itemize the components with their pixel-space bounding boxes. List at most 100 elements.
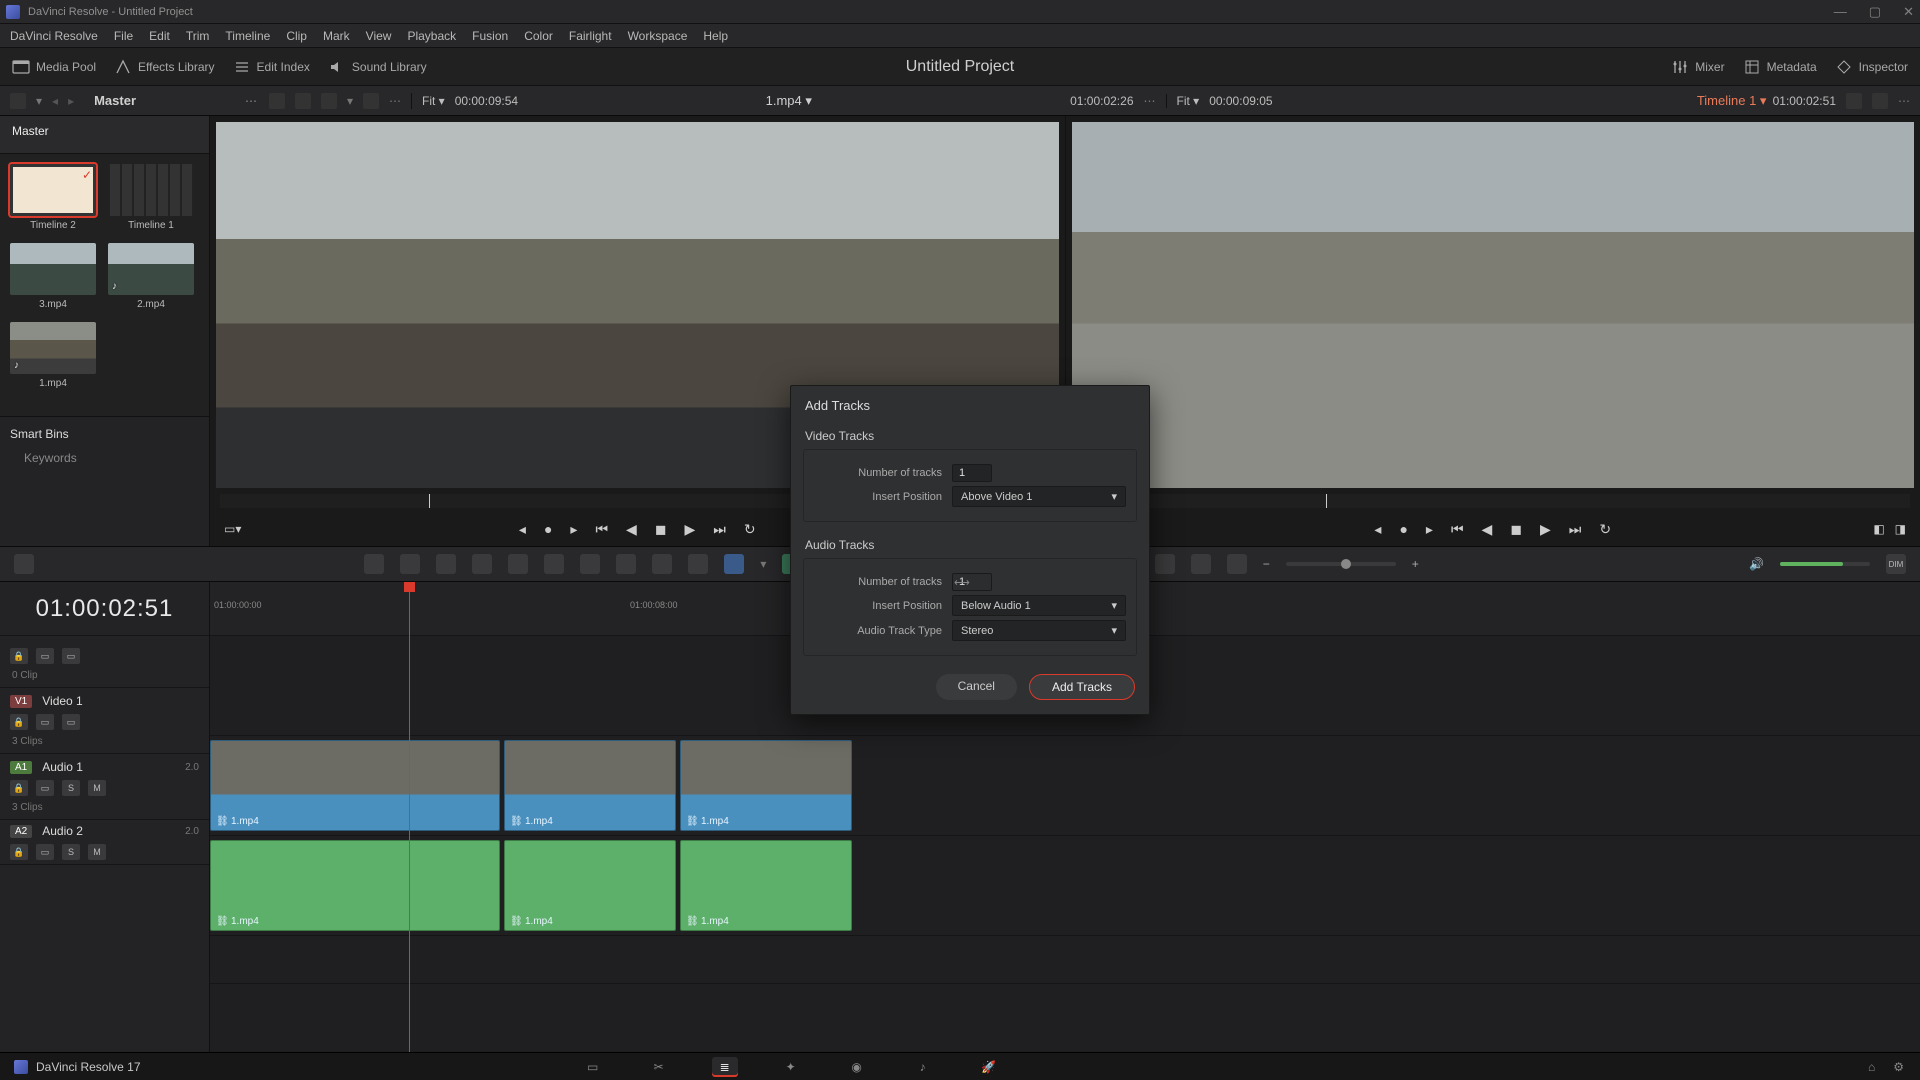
- timeline-name-dropdown[interactable]: Timeline 1 ▾: [1697, 93, 1767, 109]
- dynamic-trim-icon[interactable]: [436, 554, 456, 574]
- deliver-page-icon[interactable]: 🚀: [976, 1057, 1002, 1077]
- timeline-view-options-icon[interactable]: [14, 554, 34, 574]
- bin-tree-root[interactable]: Master: [0, 116, 209, 154]
- link-icon[interactable]: [652, 554, 672, 574]
- audio-type-select[interactable]: Stereo▾: [952, 620, 1126, 641]
- play-button[interactable]: ▶: [1540, 521, 1551, 538]
- loop-button[interactable]: ↻: [1599, 521, 1611, 538]
- zoom-out-icon[interactable]: [1155, 554, 1175, 574]
- stop-button[interactable]: ◼: [1510, 521, 1522, 538]
- replace-icon[interactable]: [580, 554, 600, 574]
- zoom-fit-icon[interactable]: [1191, 554, 1211, 574]
- lock-track-icon[interactable]: 🔒: [10, 648, 28, 664]
- menu-fusion[interactable]: Fusion: [472, 29, 508, 43]
- lock-icon[interactable]: [688, 554, 708, 574]
- track-header[interactable]: V1Video 1🔒▭▭3 Clips: [0, 688, 209, 754]
- auto-select-icon[interactable]: ▭: [36, 844, 54, 860]
- metadata-toggle[interactable]: Metadata: [1743, 58, 1817, 76]
- edit-page-icon[interactable]: ≣: [712, 1057, 738, 1077]
- search-icon[interactable]: [321, 93, 337, 109]
- mute-button[interactable]: M: [88, 844, 106, 860]
- timeline-clip[interactable]: ⛓1.mp4: [210, 740, 500, 831]
- home-icon[interactable]: ⌂: [1868, 1060, 1875, 1074]
- track-header[interactable]: 🔒▭▭0 Clip: [0, 636, 209, 688]
- next-edit-icon[interactable]: ▸: [1426, 521, 1433, 538]
- track-badge[interactable]: A2: [10, 825, 32, 838]
- selection-tool-icon[interactable]: [364, 554, 384, 574]
- play-button[interactable]: ▶: [684, 521, 695, 538]
- menu-help[interactable]: Help: [703, 29, 728, 43]
- prev-frame-button[interactable]: ◀: [1482, 521, 1493, 538]
- maximize-button[interactable]: ▢: [1869, 4, 1881, 20]
- match-frame-icon[interactable]: ▭▾: [224, 522, 241, 536]
- lock-track-icon[interactable]: 🔒: [10, 780, 28, 796]
- zoom-slider[interactable]: [1286, 562, 1396, 566]
- tl-fit-dropdown[interactable]: Fit ▾: [1177, 94, 1200, 108]
- settings-icon[interactable]: ⚙: [1893, 1060, 1904, 1074]
- flag-icon[interactable]: [724, 554, 744, 574]
- menu-edit[interactable]: Edit: [149, 29, 170, 43]
- media-pool-toggle[interactable]: Media Pool: [12, 58, 96, 76]
- insert-icon[interactable]: [508, 554, 528, 574]
- bin-view-icon[interactable]: [10, 93, 26, 109]
- list-view-icon[interactable]: [295, 93, 311, 109]
- next-edit-icon[interactable]: ▸: [570, 521, 577, 538]
- media-item-2mp4[interactable]: ♪2.mp4: [108, 243, 194, 310]
- track-badge[interactable]: V1: [10, 695, 32, 708]
- stop-dot-icon[interactable]: ●: [544, 521, 552, 537]
- timeline-clip[interactable]: ⛓1.mp4: [504, 740, 676, 831]
- menu-view[interactable]: View: [366, 29, 392, 43]
- inspector-toggle[interactable]: Inspector: [1835, 58, 1908, 76]
- smart-bin-keywords[interactable]: Keywords: [10, 451, 199, 465]
- close-button[interactable]: ✕: [1903, 4, 1914, 20]
- menu-timeline[interactable]: Timeline: [225, 29, 270, 43]
- grid-view-icon[interactable]: [269, 93, 285, 109]
- menu-playback[interactable]: Playback: [407, 29, 456, 43]
- edit-index-toggle[interactable]: Edit Index: [233, 58, 310, 76]
- mixer-toggle[interactable]: Mixer: [1671, 58, 1724, 76]
- audio-pos-select[interactable]: Below Audio 1▾: [952, 595, 1126, 616]
- track-row[interactable]: ⛓1.mp4⛓1.mp4⛓1.mp4: [210, 836, 1920, 936]
- menu-color[interactable]: Color: [524, 29, 553, 43]
- disable-video-icon[interactable]: ▭: [62, 648, 80, 664]
- first-frame-button[interactable]: ⏮: [595, 521, 608, 538]
- speaker-icon[interactable]: 🔊: [1749, 557, 1764, 571]
- auto-select-icon[interactable]: ▭: [36, 780, 54, 796]
- fairlight-page-icon[interactable]: ♪: [910, 1057, 936, 1077]
- media-page-icon[interactable]: ▭: [580, 1057, 606, 1077]
- prev-frame-button[interactable]: ◀: [626, 521, 637, 538]
- stop-dot-icon[interactable]: ●: [1399, 521, 1407, 537]
- solo-button[interactable]: S: [62, 844, 80, 860]
- video-num-input[interactable]: [952, 464, 992, 482]
- loop-button[interactable]: ↻: [744, 521, 756, 538]
- timeline-clip[interactable]: ⛓1.mp4: [504, 840, 676, 931]
- first-frame-button[interactable]: ⏮: [1451, 521, 1464, 538]
- media-item-1mp4[interactable]: ♪1.mp4: [10, 322, 96, 389]
- mark-out-icon[interactable]: ◨: [1895, 522, 1906, 536]
- auto-select-icon[interactable]: ▭: [36, 714, 54, 730]
- cancel-button[interactable]: Cancel: [936, 674, 1017, 700]
- menu-fairlight[interactable]: Fairlight: [569, 29, 612, 43]
- timeline-clip[interactable]: ⛓1.mp4: [680, 740, 852, 831]
- mark-in-icon[interactable]: ◧: [1873, 522, 1884, 536]
- timeline-viewer-image[interactable]: [1072, 122, 1915, 488]
- add-tracks-button[interactable]: Add Tracks: [1029, 674, 1135, 700]
- menu-workspace[interactable]: Workspace: [628, 29, 688, 43]
- effects-toggle[interactable]: Effects Library: [114, 58, 214, 76]
- track-row[interactable]: [210, 936, 1920, 984]
- prev-edit-icon[interactable]: ◂: [1374, 521, 1381, 538]
- dim-button[interactable]: DIM: [1886, 554, 1906, 574]
- solo-button[interactable]: S: [62, 780, 80, 796]
- menu-trim[interactable]: Trim: [186, 29, 210, 43]
- cut-page-icon[interactable]: ✂: [646, 1057, 672, 1077]
- src-clip-name[interactable]: 1.mp4 ▾: [766, 93, 812, 109]
- sound-library-toggle[interactable]: Sound Library: [328, 58, 427, 76]
- video-pos-select[interactable]: Above Video 1▾: [952, 486, 1126, 507]
- stop-button[interactable]: ◼: [655, 521, 667, 538]
- next-frame-button[interactable]: ⏭: [713, 521, 726, 538]
- next-frame-button[interactable]: ⏭: [1569, 521, 1582, 538]
- src-fit-dropdown[interactable]: Fit ▾: [422, 94, 445, 108]
- track-header[interactable]: A1Audio 12.0🔒▭SM3 Clips: [0, 754, 209, 820]
- playhead[interactable]: [409, 582, 410, 1052]
- color-page-icon[interactable]: ◉: [844, 1057, 870, 1077]
